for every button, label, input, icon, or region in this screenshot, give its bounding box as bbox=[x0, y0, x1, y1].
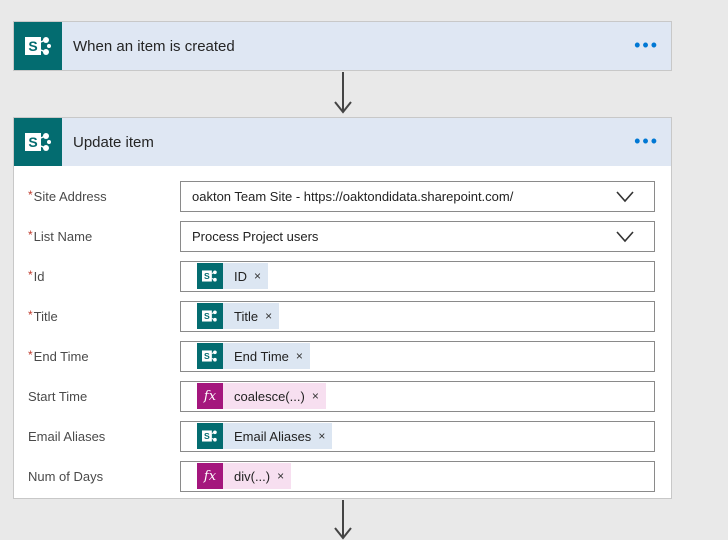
sharepoint-icon: S bbox=[197, 303, 223, 329]
field-row-site-address: *Site Address oakton Team Site - https://… bbox=[28, 176, 655, 216]
sharepoint-icon: S bbox=[14, 22, 62, 70]
required-marker: * bbox=[28, 307, 33, 322]
remove-token-icon[interactable]: × bbox=[265, 309, 272, 323]
svg-text:S: S bbox=[204, 351, 210, 361]
end-time-input[interactable]: S End Time × bbox=[180, 340, 655, 372]
trigger-title: When an item is created bbox=[73, 37, 235, 55]
dynamic-content-token[interactable]: fx coalesce(...) × bbox=[197, 383, 326, 409]
expression-fx-icon: fx bbox=[197, 463, 223, 489]
required-marker: * bbox=[28, 267, 33, 282]
field-row-title: *Title S Title × bbox=[28, 296, 655, 336]
field-label-text: Start Time bbox=[28, 388, 88, 404]
field-label: Num of Days bbox=[28, 469, 180, 484]
field-label: *End Time bbox=[28, 347, 180, 364]
svg-text:S: S bbox=[204, 271, 210, 281]
field-label: Email Aliases bbox=[28, 429, 180, 444]
field-label-text: List Name bbox=[33, 228, 93, 244]
field-label-text: Num of Days bbox=[28, 468, 104, 484]
dynamic-content-token[interactable]: S End Time × bbox=[197, 343, 310, 369]
arrow-down-icon bbox=[334, 101, 352, 114]
sharepoint-icon: S bbox=[14, 118, 62, 166]
chevron-down-icon[interactable] bbox=[616, 190, 634, 208]
update-item-title: Update item bbox=[73, 133, 154, 151]
field-label-text: Email Aliases bbox=[28, 428, 106, 444]
field-row-end-time: *End Time S End Time × bbox=[28, 336, 655, 376]
remove-token-icon[interactable]: × bbox=[312, 389, 319, 403]
field-label-text: Site Address bbox=[33, 188, 107, 204]
field-label: *Site Address bbox=[28, 187, 180, 204]
required-marker: * bbox=[28, 227, 33, 242]
field-label-text: End Time bbox=[33, 348, 89, 364]
token-label: div(...) bbox=[234, 468, 271, 484]
required-marker: * bbox=[28, 347, 33, 362]
trigger-header[interactable]: S When an item is created ••• bbox=[14, 22, 671, 70]
token-label: Title bbox=[234, 308, 259, 324]
list-name-dropdown[interactable]: Process Project users bbox=[180, 220, 655, 252]
num-of-days-input[interactable]: fx div(...) × bbox=[180, 460, 655, 492]
dynamic-content-token[interactable]: fx div(...) × bbox=[197, 463, 292, 489]
update-item-header[interactable]: S Update item ••• bbox=[14, 118, 671, 166]
remove-token-icon[interactable]: × bbox=[318, 429, 325, 443]
update-item-fields: *Site Address oakton Team Site - https://… bbox=[14, 166, 671, 502]
sharepoint-icon: S bbox=[197, 343, 223, 369]
field-row-id: *Id S ID × bbox=[28, 256, 655, 296]
svg-text:S: S bbox=[28, 38, 37, 54]
dropdown-value: oakton Team Site - https://oaktondidata.… bbox=[192, 188, 514, 204]
field-label: Start Time bbox=[28, 389, 180, 404]
chevron-down-icon[interactable] bbox=[616, 230, 634, 248]
trigger-card[interactable]: S When an item is created ••• bbox=[13, 21, 672, 71]
remove-token-icon[interactable]: × bbox=[254, 269, 261, 283]
token-label: ID bbox=[234, 268, 247, 284]
svg-text:S: S bbox=[204, 311, 210, 321]
trigger-more-menu-button[interactable]: ••• bbox=[634, 36, 659, 54]
expression-fx-icon: fx bbox=[197, 383, 223, 409]
remove-token-icon[interactable]: × bbox=[296, 349, 303, 363]
dropdown-value: Process Project users bbox=[192, 228, 319, 244]
field-row-email-aliases: Email Aliases S Email Aliases × bbox=[28, 416, 655, 456]
dynamic-content-token[interactable]: S ID × bbox=[197, 263, 269, 289]
remove-token-icon[interactable]: × bbox=[277, 469, 284, 483]
field-label-text: Title bbox=[33, 308, 58, 324]
token-label: coalesce(...) bbox=[234, 388, 305, 404]
site-address-dropdown[interactable]: oakton Team Site - https://oaktondidata.… bbox=[180, 180, 655, 212]
update-item-more-menu-button[interactable]: ••• bbox=[634, 132, 659, 150]
field-row-num-of-days: Num of Days fx div(...) × bbox=[28, 456, 655, 496]
id-input[interactable]: S ID × bbox=[180, 260, 655, 292]
field-label: *List Name bbox=[28, 227, 180, 244]
required-marker: * bbox=[28, 187, 33, 202]
dynamic-content-token[interactable]: S Title × bbox=[197, 303, 280, 329]
update-item-card[interactable]: S Update item ••• *Site Address oakton Te… bbox=[13, 117, 672, 499]
token-label: Email Aliases bbox=[234, 428, 312, 444]
svg-text:S: S bbox=[28, 134, 37, 150]
field-label: *Id bbox=[28, 267, 180, 284]
dynamic-content-token[interactable]: S Email Aliases × bbox=[197, 423, 333, 449]
field-row-list-name: *List Name Process Project users bbox=[28, 216, 655, 256]
start-time-input[interactable]: fx coalesce(...) × bbox=[180, 380, 655, 412]
token-label: End Time bbox=[234, 348, 289, 364]
field-label-text: Id bbox=[33, 268, 45, 284]
sharepoint-icon: S bbox=[197, 423, 223, 449]
email-aliases-input[interactable]: S Email Aliases × bbox=[180, 420, 655, 452]
title-input[interactable]: S Title × bbox=[180, 300, 655, 332]
field-row-start-time: Start Time fx coalesce(...) × bbox=[28, 376, 655, 416]
field-label: *Title bbox=[28, 307, 180, 324]
svg-text:S: S bbox=[204, 431, 210, 441]
sharepoint-icon: S bbox=[197, 263, 223, 289]
